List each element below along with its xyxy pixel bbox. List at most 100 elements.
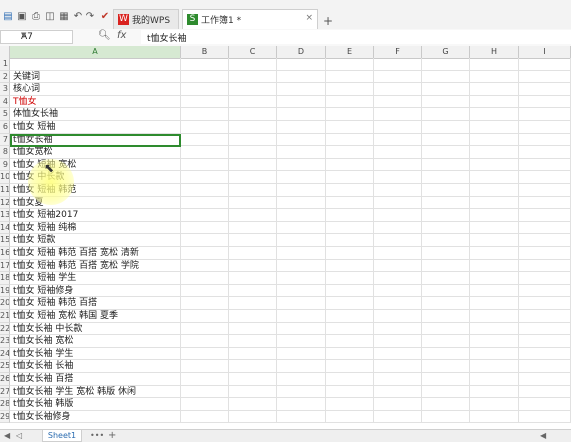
export-pdf-icon[interactable]: ▦ <box>58 11 70 23</box>
grid-cell[interactable] <box>519 335 571 348</box>
grid-cell[interactable] <box>181 58 229 71</box>
grid-cell[interactable] <box>422 83 470 96</box>
sheet-tab-sheet1[interactable]: Sheet1 <box>42 430 82 442</box>
row-number[interactable]: 12 <box>0 196 10 210</box>
grid-cell[interactable] <box>470 70 519 84</box>
grid-cell[interactable] <box>422 272 470 285</box>
grid-cell[interactable] <box>470 95 519 109</box>
grid-cell[interactable] <box>277 322 326 336</box>
grid-cell[interactable] <box>277 373 326 386</box>
add-sheet-icon[interactable]: + <box>108 430 116 442</box>
grid-cell[interactable] <box>229 196 277 210</box>
row-number[interactable]: 16 <box>0 247 10 260</box>
grid-cell[interactable] <box>326 347 374 361</box>
grid-cell[interactable] <box>277 171 326 184</box>
row-number[interactable]: 24 <box>0 347 10 361</box>
grid-cell[interactable] <box>470 322 519 336</box>
grid-cell[interactable] <box>374 221 422 235</box>
row-number[interactable]: 6 <box>0 121 10 134</box>
row-number[interactable]: 17 <box>0 259 10 273</box>
grid-cell[interactable] <box>229 70 277 84</box>
grid-cell[interactable] <box>181 310 229 323</box>
grid-cell[interactable] <box>181 373 229 386</box>
grid-cell[interactable] <box>470 234 519 247</box>
grid-cell[interactable] <box>374 108 422 121</box>
row-number[interactable]: 7 <box>0 133 10 147</box>
grid-cell[interactable] <box>422 322 470 336</box>
grid-cell[interactable] <box>229 158 277 172</box>
grid-cell[interactable] <box>519 209 571 222</box>
grid-cell[interactable] <box>181 398 229 411</box>
column-header-c[interactable]: C <box>229 46 277 58</box>
row-number[interactable]: 15 <box>0 234 10 247</box>
grid-cell[interactable] <box>277 297 326 310</box>
grid-cell[interactable] <box>326 133 374 147</box>
grid-cell[interactable] <box>519 70 571 84</box>
grid-cell[interactable] <box>470 259 519 273</box>
grid-cell[interactable] <box>326 196 374 210</box>
grid-cell[interactable] <box>229 347 277 361</box>
grid-cell[interactable] <box>326 297 374 310</box>
grid-cell[interactable] <box>181 259 229 273</box>
grid-cell[interactable] <box>422 121 470 134</box>
grid-cell[interactable] <box>374 410 422 424</box>
grid-cell[interactable] <box>326 70 374 84</box>
grid-cell[interactable] <box>229 95 277 109</box>
grid-cell[interactable] <box>326 221 374 235</box>
grid-cell[interactable] <box>422 410 470 424</box>
grid-cell[interactable] <box>422 133 470 147</box>
spreadsheet-grid[interactable]: 29 t恤女长袖修身 28 t恤女长袖 韩版 27 t恤女长袖 学生 宽松 韩版 休闲 26… <box>0 58 571 429</box>
grid-cell[interactable] <box>374 284 422 298</box>
grid-cell[interactable] <box>181 133 229 147</box>
grid-cell[interactable] <box>422 247 470 260</box>
grid-cell[interactable] <box>519 373 571 386</box>
grid-cell[interactable] <box>519 398 571 411</box>
grid-cell[interactable] <box>422 70 470 84</box>
grid-cell[interactable] <box>277 259 326 273</box>
print-icon[interactable]: ⎙ <box>30 11 42 23</box>
grid-cell[interactable] <box>181 272 229 285</box>
grid-cell[interactable] <box>374 335 422 348</box>
grid-cell[interactable] <box>519 410 571 424</box>
grid-cell[interactable] <box>470 221 519 235</box>
grid-cell[interactable] <box>422 259 470 273</box>
grid-cell[interactable] <box>326 322 374 336</box>
grid-cell[interactable] <box>181 83 229 96</box>
grid-cell[interactable] <box>229 284 277 298</box>
grid-cell[interactable] <box>181 322 229 336</box>
grid-cell[interactable] <box>519 247 571 260</box>
grid-cell[interactable] <box>277 335 326 348</box>
grid-cell[interactable] <box>229 398 277 411</box>
grid-cell[interactable] <box>326 410 374 424</box>
row-number[interactable]: 8 <box>0 146 10 159</box>
grid-cell[interactable] <box>519 310 571 323</box>
grid-cell[interactable] <box>326 234 374 247</box>
row-number[interactable]: 5 <box>0 108 10 121</box>
grid-cell[interactable] <box>181 95 229 109</box>
grid-cell[interactable] <box>326 284 374 298</box>
grid-cell[interactable] <box>470 373 519 386</box>
grid-cell[interactable] <box>374 310 422 323</box>
grid-cell[interactable] <box>277 347 326 361</box>
grid-cell[interactable] <box>470 297 519 310</box>
grid-cell[interactable] <box>181 158 229 172</box>
chevron-down-icon[interactable]: ▼ <box>21 31 69 39</box>
grid-cell[interactable] <box>422 385 470 399</box>
column-header-h[interactable]: H <box>470 46 519 58</box>
grid-cell[interactable] <box>519 234 571 247</box>
grid-cell[interactable] <box>470 146 519 159</box>
row-number[interactable]: 13 <box>0 209 10 222</box>
grid-cell[interactable] <box>277 95 326 109</box>
grid-cell[interactable] <box>326 259 374 273</box>
grid-cell[interactable] <box>374 171 422 184</box>
grid-cell[interactable] <box>277 58 326 71</box>
grid-cell[interactable] <box>470 335 519 348</box>
grid-cell[interactable] <box>229 297 277 310</box>
grid-cell[interactable] <box>470 272 519 285</box>
row-number[interactable]: 19 <box>0 284 10 298</box>
grid-cell[interactable] <box>422 196 470 210</box>
grid-cell[interactable] <box>326 247 374 260</box>
grid-cell[interactable] <box>181 108 229 121</box>
grid-cell[interactable] <box>229 247 277 260</box>
grid-cell[interactable] <box>470 310 519 323</box>
